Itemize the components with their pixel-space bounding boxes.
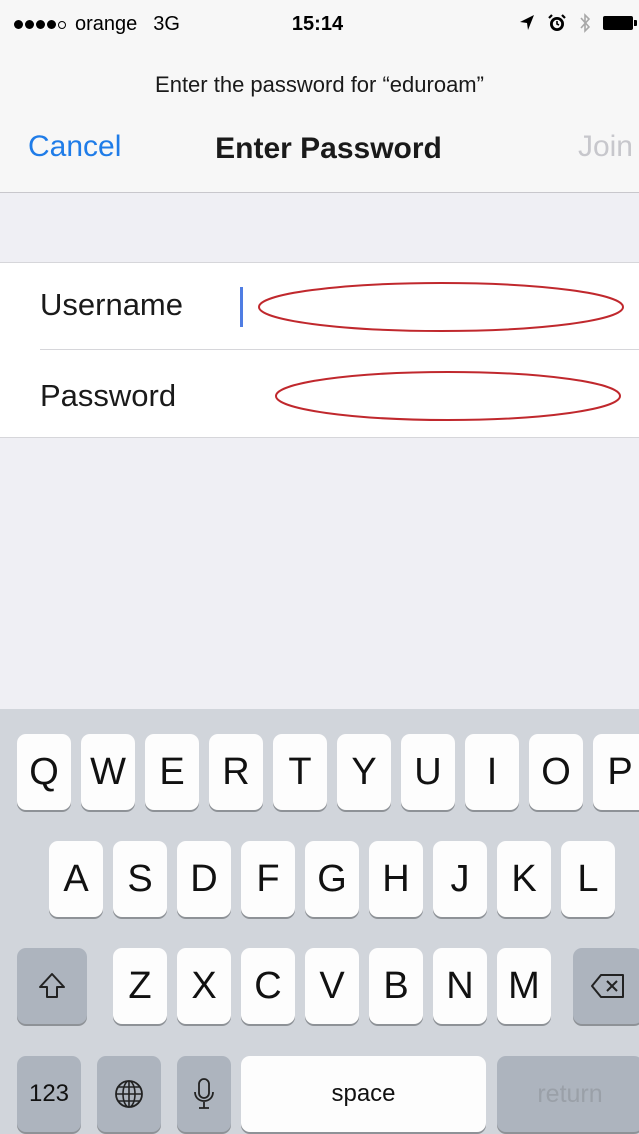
globe-icon [115,1080,143,1108]
key-d[interactable]: D [177,841,231,917]
dictation-key[interactable] [177,1056,231,1132]
key-r[interactable]: R [209,734,263,810]
location-arrow-icon [520,15,534,30]
username-row: Username [0,263,639,349]
username-field[interactable] [248,283,632,333]
key-f[interactable]: F [241,841,295,917]
text-cursor [240,287,243,327]
key-l[interactable]: L [561,841,615,917]
bluetooth-icon [580,13,591,33]
key-z[interactable]: Z [113,948,167,1024]
username-label: Username [40,287,183,322]
key-u[interactable]: U [401,734,455,810]
key-k[interactable]: K [497,841,551,917]
navigation-bar: Cancel Enter Password Join [0,130,639,170]
key-s[interactable]: S [113,841,167,917]
key-x[interactable]: X [177,948,231,1024]
page-title: Enter Password [215,132,442,165]
key-q[interactable]: Q [17,734,71,810]
key-c[interactable]: C [241,948,295,1024]
shift-key[interactable] [17,948,87,1024]
key-a[interactable]: A [49,841,103,917]
key-h[interactable]: H [369,841,423,917]
key-y[interactable]: Y [337,734,391,810]
key-g[interactable]: G [305,841,359,917]
status-right [519,12,637,34]
password-row: Password [0,350,639,436]
key-n[interactable]: N [433,948,487,1024]
navigation-header: Enter the password for “eduroam” Cancel … [0,52,639,193]
key-i[interactable]: I [465,734,519,810]
status-bar: orange 3G 15:14 [0,0,639,52]
shift-icon [39,973,65,998]
join-button[interactable]: Join [578,130,633,164]
battery-icon [603,16,637,30]
credentials-form: Username Password [0,262,639,438]
wifi-password-screen: orange 3G 15:14 Enter the password for “… [0,0,639,1134]
microphone-icon [194,1078,214,1109]
key-m[interactable]: M [497,948,551,1024]
keyboard: Q W E R T Y U I O P A S D F G H J K L Z … [0,709,639,1134]
numbers-key[interactable]: 123 [17,1056,81,1132]
key-b[interactable]: B [369,948,423,1024]
key-v[interactable]: V [305,948,359,1024]
key-j[interactable]: J [433,841,487,917]
globe-key[interactable] [97,1056,161,1132]
delete-icon [591,974,624,998]
key-o[interactable]: O [529,734,583,810]
alarm-clock-icon [548,14,566,31]
space-key[interactable]: space [241,1056,486,1132]
password-field[interactable] [248,374,632,424]
password-label: Password [40,378,177,413]
return-key[interactable]: return [497,1056,639,1132]
key-e[interactable]: E [145,734,199,810]
key-p[interactable]: P [593,734,639,810]
delete-key[interactable] [573,948,639,1024]
key-t[interactable]: T [273,734,327,810]
key-w[interactable]: W [81,734,135,810]
network-prompt: Enter the password for “eduroam” [155,72,484,97]
